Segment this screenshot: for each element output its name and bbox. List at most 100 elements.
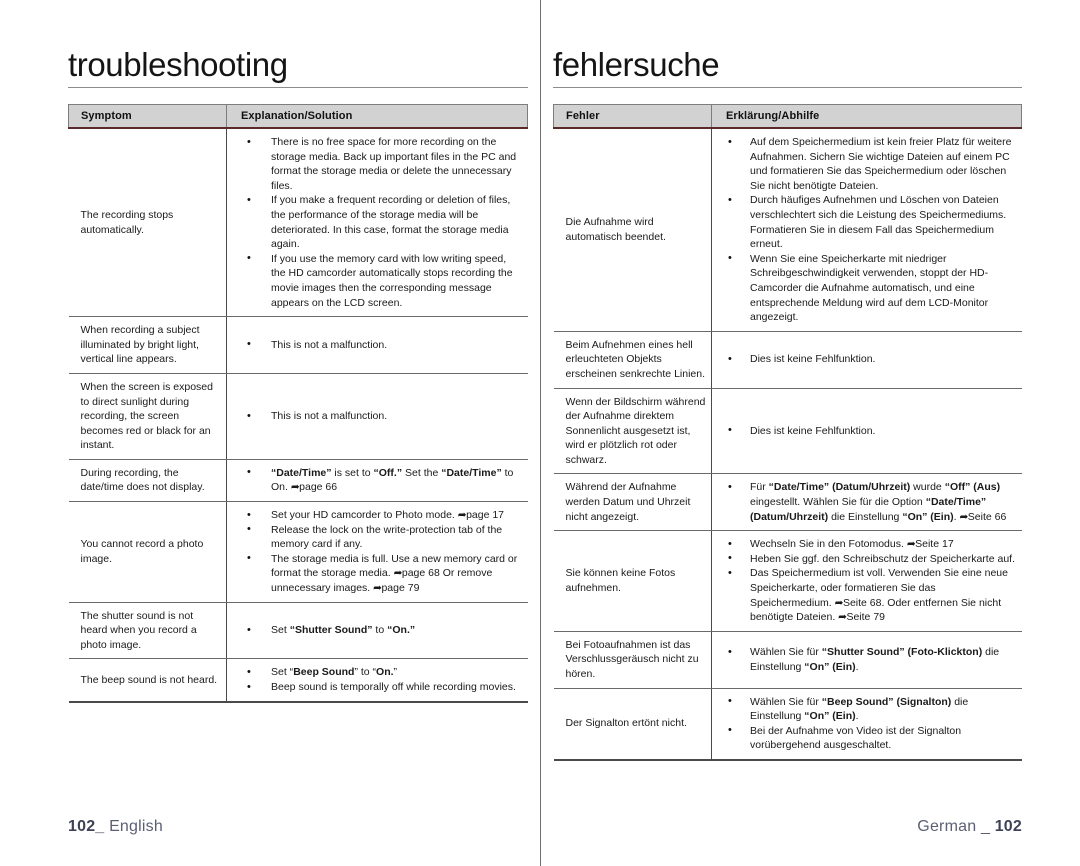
explanation-list: This is not a malfunction. [235, 337, 522, 353]
table-body-english: The recording stops automatically.There … [68, 128, 528, 703]
explanation-list: Set your HD camcorder to Photo mode. ➦pa… [235, 508, 522, 596]
explanation-item: Wählen Sie für “Shutter Sound” (Foto-Kli… [720, 645, 1016, 674]
explanation-item: Durch häufiges Aufnehmen und Löschen von… [720, 193, 1016, 251]
page-footer-german: German _ 102 [553, 818, 1022, 866]
troubleshooting-table-english: Symptom Explanation/Solution The recordi… [68, 104, 528, 703]
explanation-item: Set “Shutter Sound” to “On.” [235, 623, 522, 638]
explanation-cell: Für “Date/Time” (Datum/Uhrzeit) wurde “O… [711, 473, 1022, 532]
explanation-item: This is not a malfunction. [235, 337, 522, 353]
explanation-item: Beep sound is temporally off while recor… [235, 680, 522, 695]
column-header-symptom: Symptom [68, 104, 227, 129]
explanation-item: Wechseln Sie in den Fotomodus. ➦Seite 17 [720, 537, 1016, 552]
footer-language: English [109, 818, 163, 835]
explanation-cell: Dies ist keine Fehlfunktion. [711, 331, 1022, 389]
explanation-item: There is no free space for more recordin… [235, 134, 522, 193]
table-row: Der Signalton ertönt nicht. Wählen Sie fü… [553, 688, 1022, 761]
table-row: Bei Fotoaufnahmen ist das Verschlussgerä… [553, 631, 1022, 689]
page-german: fehlersuche Fehler Erklärung/Abhilfe Die… [540, 0, 1080, 866]
page-spread: troubleshooting Symptom Explanation/Solu… [0, 0, 1080, 866]
explanation-list: Wechseln Sie in den Fotomodus. ➦Seite 17… [720, 537, 1016, 625]
table-row: The beep sound is not heard. Set “Beep So… [68, 658, 528, 703]
explanation-list: Dies ist keine Fehlfunktion. [720, 352, 1016, 367]
table-row: When the screen is exposed to direct sun… [68, 373, 528, 460]
explanation-item: “Date/Time” is set to “Off.” Set the “Da… [235, 465, 522, 495]
explanation-item: Set your HD camcorder to Photo mode. ➦pa… [235, 508, 522, 523]
explanation-list: There is no free space for more recordin… [235, 134, 522, 310]
table-row: Beim Aufnehmen eines hell erleuchteten O… [553, 331, 1022, 389]
explanation-cell: Set “Beep Sound” to “On.”Beep sound is t… [226, 658, 528, 703]
symptom-cell: The recording stops automatically. [68, 128, 227, 318]
explanation-cell: Wählen Sie für “Shutter Sound” (Foto-Kli… [711, 631, 1022, 689]
table-row: Wenn der Bildschirm während der Aufnahme… [553, 388, 1022, 475]
page-title-english: troubleshooting [68, 46, 288, 83]
column-header-fehler: Fehler [553, 104, 712, 129]
symptom-cell: When the screen is exposed to direct sun… [68, 373, 227, 460]
page-footer-english: 102_ English [68, 818, 528, 866]
table-row: Die Aufnahme wird automatisch beendet.Au… [553, 128, 1022, 332]
column-header-explanation: Explanation/Solution [226, 104, 528, 129]
explanation-item: Release the lock on the write-protection… [235, 522, 522, 552]
explanation-item: If you use the memory card with low writ… [235, 251, 522, 310]
page-title-german: fehlersuche [553, 46, 720, 83]
explanation-list: Dies ist keine Fehlfunktion. [720, 423, 1016, 439]
symptom-cell: During recording, the date/time does not… [68, 459, 227, 503]
explanation-cell: Dies ist keine Fehlfunktion. [711, 388, 1022, 475]
explanation-item: If you make a frequent recording or dele… [235, 193, 522, 251]
explanation-item: Das Speichermedium ist voll. Verwenden S… [720, 566, 1016, 624]
symptom-cell: Beim Aufnehmen eines hell erleuchteten O… [553, 331, 712, 389]
troubleshooting-table-german: Fehler Erklärung/Abhilfe Die Aufnahme wi… [553, 104, 1022, 761]
symptom-cell: Während der Aufnahme werden Datum und Uh… [553, 473, 712, 532]
explanation-item: Bei der Aufnahme von Video ist der Signa… [720, 723, 1016, 753]
explanation-cell: Wählen Sie für “Beep Sound” (Signalton) … [711, 688, 1022, 761]
table-body-german: Die Aufnahme wird automatisch beendet.Au… [553, 128, 1022, 761]
explanation-item: The storage media is full. Use a new mem… [235, 551, 522, 596]
explanation-list: Wählen Sie für “Shutter Sound” (Foto-Kli… [720, 645, 1016, 674]
symptom-cell: Wenn der Bildschirm während der Aufnahme… [553, 388, 712, 475]
table-row: The recording stops automatically.There … [68, 128, 528, 318]
explanation-list: Auf dem Speichermedium ist kein freier P… [720, 134, 1016, 325]
symptom-cell: The shutter sound is not heard when you … [68, 602, 227, 660]
explanation-list: Wählen Sie für “Beep Sound” (Signalton) … [720, 694, 1016, 753]
page-english: troubleshooting Symptom Explanation/Solu… [0, 0, 540, 866]
table-row: Sie können keine Fotos aufnehmen.Wechsel… [553, 530, 1022, 632]
table-header-row: Symptom Explanation/Solution [68, 104, 528, 129]
table-row: You cannot record a photo image. Set your… [68, 501, 528, 603]
footer-page-number: 102_ [68, 818, 105, 835]
explanation-cell: This is not a malfunction. [226, 316, 528, 374]
explanation-item: Set “Beep Sound” to “On.” [235, 665, 522, 680]
symptom-cell: Bei Fotoaufnahmen ist das Verschlussgerä… [553, 631, 712, 689]
explanation-item: Auf dem Speichermedium ist kein freier P… [720, 134, 1016, 193]
table-row: When recording a subject illuminated by … [68, 316, 528, 374]
symptom-cell: When recording a subject illuminated by … [68, 316, 227, 374]
symptom-cell: Der Signalton ertönt nicht. [553, 688, 712, 761]
symptom-cell: You cannot record a photo image. [68, 501, 227, 603]
symptom-cell: Die Aufnahme wird automatisch beendet. [553, 128, 712, 332]
explanation-cell: There is no free space for more recordin… [226, 128, 528, 318]
explanation-cell: This is not a malfunction. [226, 373, 528, 460]
explanation-cell: Auf dem Speichermedium ist kein freier P… [711, 128, 1022, 332]
explanation-item: Wenn Sie eine Speicherkarte mit niedrige… [720, 251, 1016, 325]
title-rule-english [68, 87, 528, 88]
table-row: The shutter sound is not heard when you … [68, 602, 528, 660]
explanation-list: Set “Shutter Sound” to “On.” [235, 623, 522, 638]
explanation-item: This is not a malfunction. [235, 409, 522, 424]
table-row: During recording, the date/time does not… [68, 459, 528, 503]
explanation-item: Heben Sie ggf. den Schreibschutz der Spe… [720, 551, 1016, 567]
table-header-row: Fehler Erklärung/Abhilfe [553, 104, 1022, 129]
footer-language: German _ [917, 818, 991, 835]
explanation-cell: “Date/Time” is set to “Off.” Set the “Da… [226, 459, 528, 503]
table-row: Während der Aufnahme werden Datum und Uh… [553, 473, 1022, 532]
title-rule-german [553, 87, 1022, 88]
explanation-cell: Set your HD camcorder to Photo mode. ➦pa… [226, 501, 528, 603]
symptom-cell: The beep sound is not heard. [68, 658, 227, 703]
explanation-list: Set “Beep Sound” to “On.”Beep sound is t… [235, 665, 522, 694]
explanation-list: This is not a malfunction. [235, 409, 522, 424]
explanation-cell: Wechseln Sie in den Fotomodus. ➦Seite 17… [711, 530, 1022, 632]
symptom-cell: Sie können keine Fotos aufnehmen. [553, 530, 712, 632]
footer-page-number: 102 [994, 818, 1022, 835]
explanation-list: “Date/Time” is set to “Off.” Set the “Da… [235, 465, 522, 495]
explanation-item: Wählen Sie für “Beep Sound” (Signalton) … [720, 694, 1016, 724]
column-header-erklaerung: Erklärung/Abhilfe [711, 104, 1022, 129]
explanation-cell: Set “Shutter Sound” to “On.” [226, 602, 528, 660]
explanation-item: Für “Date/Time” (Datum/Uhrzeit) wurde “O… [720, 480, 1016, 524]
